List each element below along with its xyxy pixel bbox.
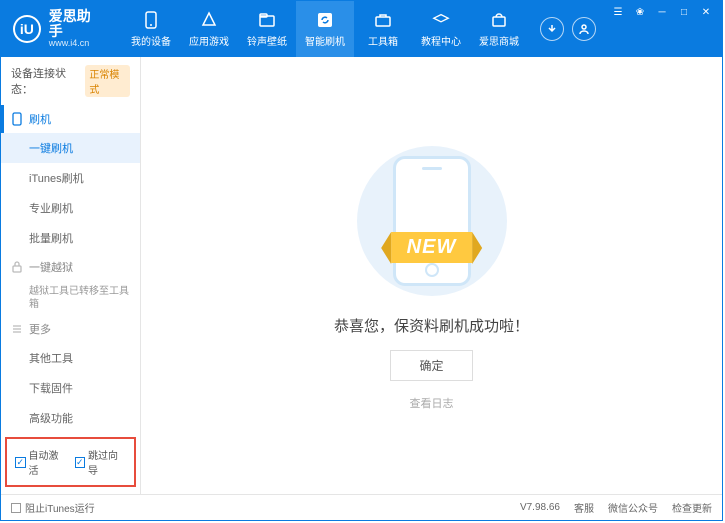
device-icon [142, 11, 160, 29]
nav-label: 智能刷机 [305, 33, 345, 48]
sidebar-item-oneclick[interactable]: 一键刷机 [1, 133, 140, 163]
nav-tutorials[interactable]: 教程中心 [412, 1, 470, 57]
status-badge: 正常模式 [85, 65, 130, 97]
close-button[interactable]: ✕ [696, 5, 716, 19]
view-log-link[interactable]: 查看日志 [410, 395, 454, 411]
chk-label: 自动激活 [29, 447, 67, 477]
apps-icon [200, 11, 218, 29]
nav-toolbox[interactable]: 工具箱 [354, 1, 412, 57]
skin-button[interactable]: ❀ [630, 5, 650, 19]
grad-cap-icon [432, 11, 450, 29]
ok-button[interactable]: 确定 [390, 350, 472, 381]
maximize-button[interactable]: □ [674, 5, 694, 19]
sidebar: 设备连接状态： 正常模式 刷机 一键刷机 iTunes刷机 专业刷机 批量刷机 … [1, 57, 141, 494]
block-label: 阻止iTunes运行 [25, 500, 95, 515]
checkbox-icon [11, 503, 21, 513]
titlebar-buttons: ☰ ❀ ─ □ ✕ [608, 1, 722, 57]
update-link[interactable]: 检查更新 [672, 500, 712, 515]
lock-icon [11, 261, 23, 273]
section-label: 一键越狱 [29, 259, 73, 275]
jailbreak-note: 越狱工具已转移至工具箱 [1, 281, 140, 315]
version-label: V7.98.66 [520, 502, 560, 513]
footer: 阻止iTunes运行 V7.98.66 客服 微信公众号 检查更新 [1, 494, 722, 520]
new-banner: NEW [391, 232, 473, 263]
menu-icon [11, 323, 23, 335]
support-link[interactable]: 客服 [574, 500, 594, 515]
status-label: 设备连接状态： [11, 65, 81, 97]
success-message: 恭喜您，保资料刷机成功啦！ [334, 315, 529, 336]
nav-label: 我的设备 [131, 33, 171, 48]
nav-label: 工具箱 [368, 33, 398, 48]
sidebar-item-other[interactable]: 其他工具 [1, 343, 140, 373]
checkbox-skip-guide[interactable]: ✓跳过向导 [75, 447, 127, 477]
flash-icon [11, 112, 23, 126]
folder-icon [258, 11, 276, 29]
checkbox-block-itunes[interactable]: 阻止iTunes运行 [11, 500, 95, 515]
nav-apps[interactable]: 应用游戏 [180, 1, 238, 57]
section-more[interactable]: 更多 [1, 315, 140, 343]
sidebar-item-advanced[interactable]: 高级功能 [1, 403, 140, 433]
main-content: NEW 恭喜您，保资料刷机成功啦！ 确定 查看日志 [141, 57, 722, 494]
app-url: www.i4.cn [49, 39, 104, 49]
options-row: ✓自动激活 ✓跳过向导 [5, 437, 136, 487]
sidebar-item-pro[interactable]: 专业刷机 [1, 193, 140, 223]
nav-label: 应用游戏 [189, 33, 229, 48]
section-jailbreak[interactable]: 一键越狱 [1, 253, 140, 281]
wechat-link[interactable]: 微信公众号 [608, 500, 658, 515]
sidebar-item-download[interactable]: 下载固件 [1, 373, 140, 403]
nav-ringtones[interactable]: 铃声壁纸 [238, 1, 296, 57]
section-flash[interactable]: 刷机 [1, 105, 140, 133]
store-icon [490, 11, 508, 29]
logo-area: iU 爱思助手 www.i4.cn [1, 1, 116, 57]
menu-button[interactable]: ☰ [608, 5, 628, 19]
app-title: 爱思助手 [49, 9, 104, 40]
nav-label: 爱思商城 [479, 33, 519, 48]
download-button[interactable] [540, 17, 564, 41]
app-header: iU 爱思助手 www.i4.cn 我的设备 应用游戏 铃声壁纸 智能刷机 [1, 1, 722, 57]
success-illustration: NEW [352, 141, 512, 301]
user-button[interactable] [572, 17, 596, 41]
chk-label: 跳过向导 [88, 447, 126, 477]
nav-store[interactable]: 爱思商城 [470, 1, 528, 57]
refresh-icon [316, 11, 334, 29]
main-nav: 我的设备 应用游戏 铃声壁纸 智能刷机 工具箱 教程中心 [122, 1, 528, 57]
minimize-button[interactable]: ─ [652, 5, 672, 19]
logo-icon: iU [13, 15, 41, 43]
nav-label: 铃声壁纸 [247, 33, 287, 48]
nav-flash[interactable]: 智能刷机 [296, 1, 354, 57]
toolbox-icon [374, 11, 392, 29]
nav-my-device[interactable]: 我的设备 [122, 1, 180, 57]
sidebar-item-itunes[interactable]: iTunes刷机 [1, 163, 140, 193]
sidebar-item-batch[interactable]: 批量刷机 [1, 223, 140, 253]
checkbox-auto-activate[interactable]: ✓自动激活 [15, 447, 67, 477]
section-label: 更多 [29, 321, 51, 337]
nav-label: 教程中心 [421, 33, 461, 48]
device-status: 设备连接状态： 正常模式 [1, 57, 140, 105]
section-label: 刷机 [29, 111, 51, 127]
